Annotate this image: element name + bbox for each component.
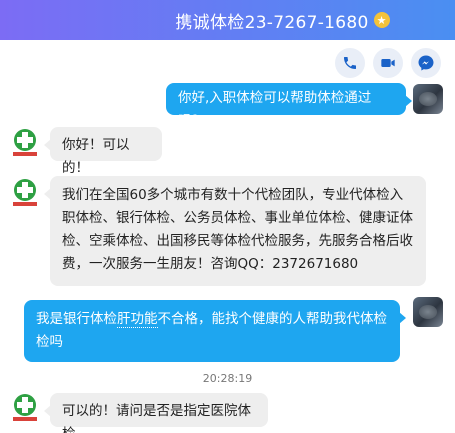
action-bar bbox=[335, 48, 441, 78]
star-icon: ★ bbox=[373, 12, 390, 28]
message-text: 我们在全国60多个城市有数十个代检团队，专业代体检入职体检、银行体检、公务员体检… bbox=[62, 187, 413, 272]
bot-avatar bbox=[13, 179, 37, 206]
bot-avatar bbox=[13, 394, 37, 421]
bot-avatar bbox=[13, 129, 37, 156]
chat-title: 携诚体检23-7267-1680 bbox=[175, 12, 369, 33]
message-bubble-user: 你好,入职体检可以帮助体检通过吗？ bbox=[166, 83, 412, 129]
message-text: 我是银行体检 bbox=[36, 311, 117, 327]
user-avatar bbox=[413, 297, 443, 327]
messenger-button[interactable] bbox=[411, 48, 441, 78]
phone-button[interactable] bbox=[335, 48, 365, 78]
highlighted-term[interactable]: 肝功能 bbox=[117, 311, 158, 328]
video-button[interactable] bbox=[373, 48, 403, 78]
message-bubble-bot: 我们在全国60多个城市有数十个代检团队，专业代体检入职体检、银行体检、公务员体检… bbox=[44, 176, 426, 286]
message-bubble-bot: 可以的！请问是否是指定医院体检 bbox=[44, 393, 268, 433]
phone-icon bbox=[344, 57, 356, 69]
message-bubble-user: 我是银行体检肝功能不合格，能找个健康的人帮助我代体检检吗 bbox=[24, 300, 406, 362]
user-avatar bbox=[413, 84, 443, 114]
chat-header: 携诚体检23-7267-1680 ★ bbox=[0, 0, 455, 40]
video-icon bbox=[381, 59, 395, 67]
messenger-icon bbox=[418, 55, 434, 71]
message-bubble-bot: 你好！可以的！ bbox=[44, 127, 162, 176]
message-timestamp: 20:28:19 bbox=[202, 372, 253, 385]
